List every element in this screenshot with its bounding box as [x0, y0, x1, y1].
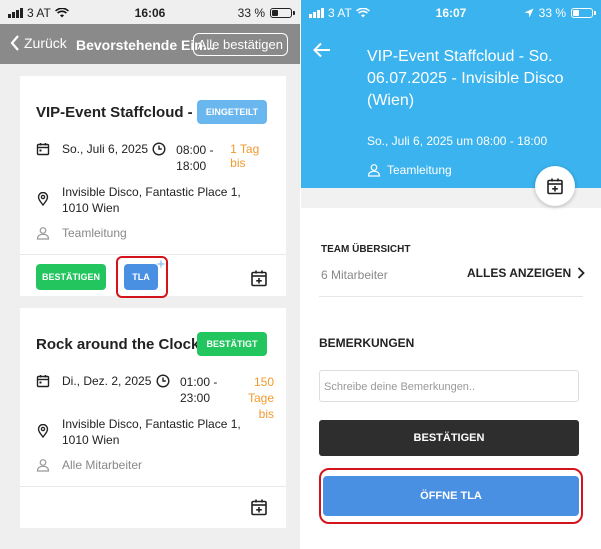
battery-icon — [571, 8, 596, 18]
event-title-line: VIP-Event Staffcloud - So. — [367, 48, 553, 65]
remarks-heading: BEMERKUNGEN — [319, 336, 415, 350]
left-screen: 3 AT 16:06 33 % Zurück Bevorstehende Ein… — [0, 0, 300, 549]
shift-card[interactable]: VIP-Event Staffcloud - S... EINGETEILT S… — [20, 76, 286, 298]
add-calendar-icon[interactable] — [250, 269, 268, 287]
card-address-line1: Invisible Disco, Fantastic Place 1, — [62, 417, 241, 431]
card-time-start: 01:00 - — [180, 375, 218, 389]
section-divider — [319, 296, 583, 297]
status-bar: 3 AT 16:06 33 % — [0, 0, 300, 24]
card-title: Rock around the Clock -... — [36, 336, 222, 353]
event-header: 3 AT 16:07 33 % VIP-Event Staffcloud - S… — [301, 0, 601, 188]
card-divider — [20, 254, 286, 255]
event-title-line: (Wien) — [367, 92, 415, 109]
remarks-input[interactable]: Schreibe deine Bemerkungen.. — [319, 370, 579, 402]
add-to-calendar-button[interactable] — [535, 166, 575, 206]
location-pin-icon — [37, 192, 49, 206]
card-date: Di., Dez. 2, 2025 — [62, 374, 152, 388]
card-countdown-value: 150 — [253, 375, 274, 389]
right-screen: 3 AT 16:07 33 % VIP-Event Staffcloud - S… — [301, 0, 601, 549]
chevron-left-icon — [10, 35, 19, 51]
confirm-all-button[interactable]: Alle bestätigen — [192, 33, 288, 56]
clock-icon — [156, 374, 170, 388]
confirm-button[interactable]: BESTÄTIGEN — [319, 420, 579, 456]
battery-icon — [270, 8, 295, 18]
card-address-line1: Invisible Disco, Fantastic Place 1, — [62, 185, 241, 199]
card-role: Teamleitung — [62, 226, 127, 240]
person-icon — [36, 227, 50, 240]
clock-icon — [152, 142, 166, 156]
highlight-open-tla-button — [319, 468, 583, 524]
card-time-start: 08:00 - — [176, 143, 214, 157]
nav-bar: Zurück Bevorstehende Ein... Alle bestäti… — [0, 24, 300, 64]
back-button[interactable]: Zurück — [10, 35, 67, 51]
card-time-end: 23:00 — [180, 391, 211, 405]
location-arrow-icon — [524, 8, 534, 18]
card-address-line2: 1010 Wien — [62, 433, 120, 447]
calendar-icon — [36, 375, 50, 388]
event-title: VIP-Event Staffcloud - So. 06.07.2025 - … — [367, 46, 587, 112]
battery-label: 33 % — [538, 6, 566, 20]
card-date: So., Juli 6, 2025 — [62, 142, 149, 156]
card-role: Alle Mitarbeiter — [62, 458, 143, 472]
status-badge: BESTÄTIGT — [197, 332, 267, 356]
event-role: Teamleitung — [387, 163, 452, 177]
battery-label: 33 % — [237, 6, 265, 20]
event-title-line: 06.07.2025 - Invisible Disco — [367, 70, 564, 87]
person-icon — [36, 459, 50, 472]
card-countdown-unit: Tage bis — [247, 391, 274, 421]
card-countdown: 1 Tag bis — [230, 142, 260, 170]
team-overview-heading: TEAM ÜBERSICHT — [321, 244, 411, 255]
team-count: 6 Mitarbeiter — [321, 268, 388, 282]
card-divider — [20, 486, 286, 487]
card-address-line2: 1010 Wien — [62, 201, 120, 215]
confirm-button[interactable]: BESTÄTIGEN — [36, 264, 106, 290]
add-calendar-icon — [547, 178, 563, 195]
back-arrow-icon[interactable] — [313, 42, 331, 58]
chevron-right-icon — [578, 267, 586, 279]
person-icon — [367, 164, 381, 177]
location-pin-icon — [37, 424, 49, 438]
status-badge: EINGETEILT — [197, 100, 267, 124]
status-bar: 3 AT 16:07 33 % — [301, 0, 601, 24]
shift-card[interactable]: Rock around the Clock -... BESTÄTIGT Di.… — [20, 308, 286, 528]
card-time-end: 18:00 — [176, 159, 207, 173]
back-label: Zurück — [24, 35, 67, 51]
highlight-tla-button — [116, 256, 168, 298]
add-calendar-icon[interactable] — [250, 498, 268, 516]
show-all-label: ALLES ANZEIGEN — [467, 266, 572, 280]
event-datetime: So., Juli 6, 2025 um 08:00 - 18:00 — [367, 134, 548, 148]
show-all-button[interactable]: ALLES ANZEIGEN — [467, 266, 586, 280]
calendar-icon — [36, 143, 50, 156]
card-title: VIP-Event Staffcloud - S... — [36, 104, 220, 121]
